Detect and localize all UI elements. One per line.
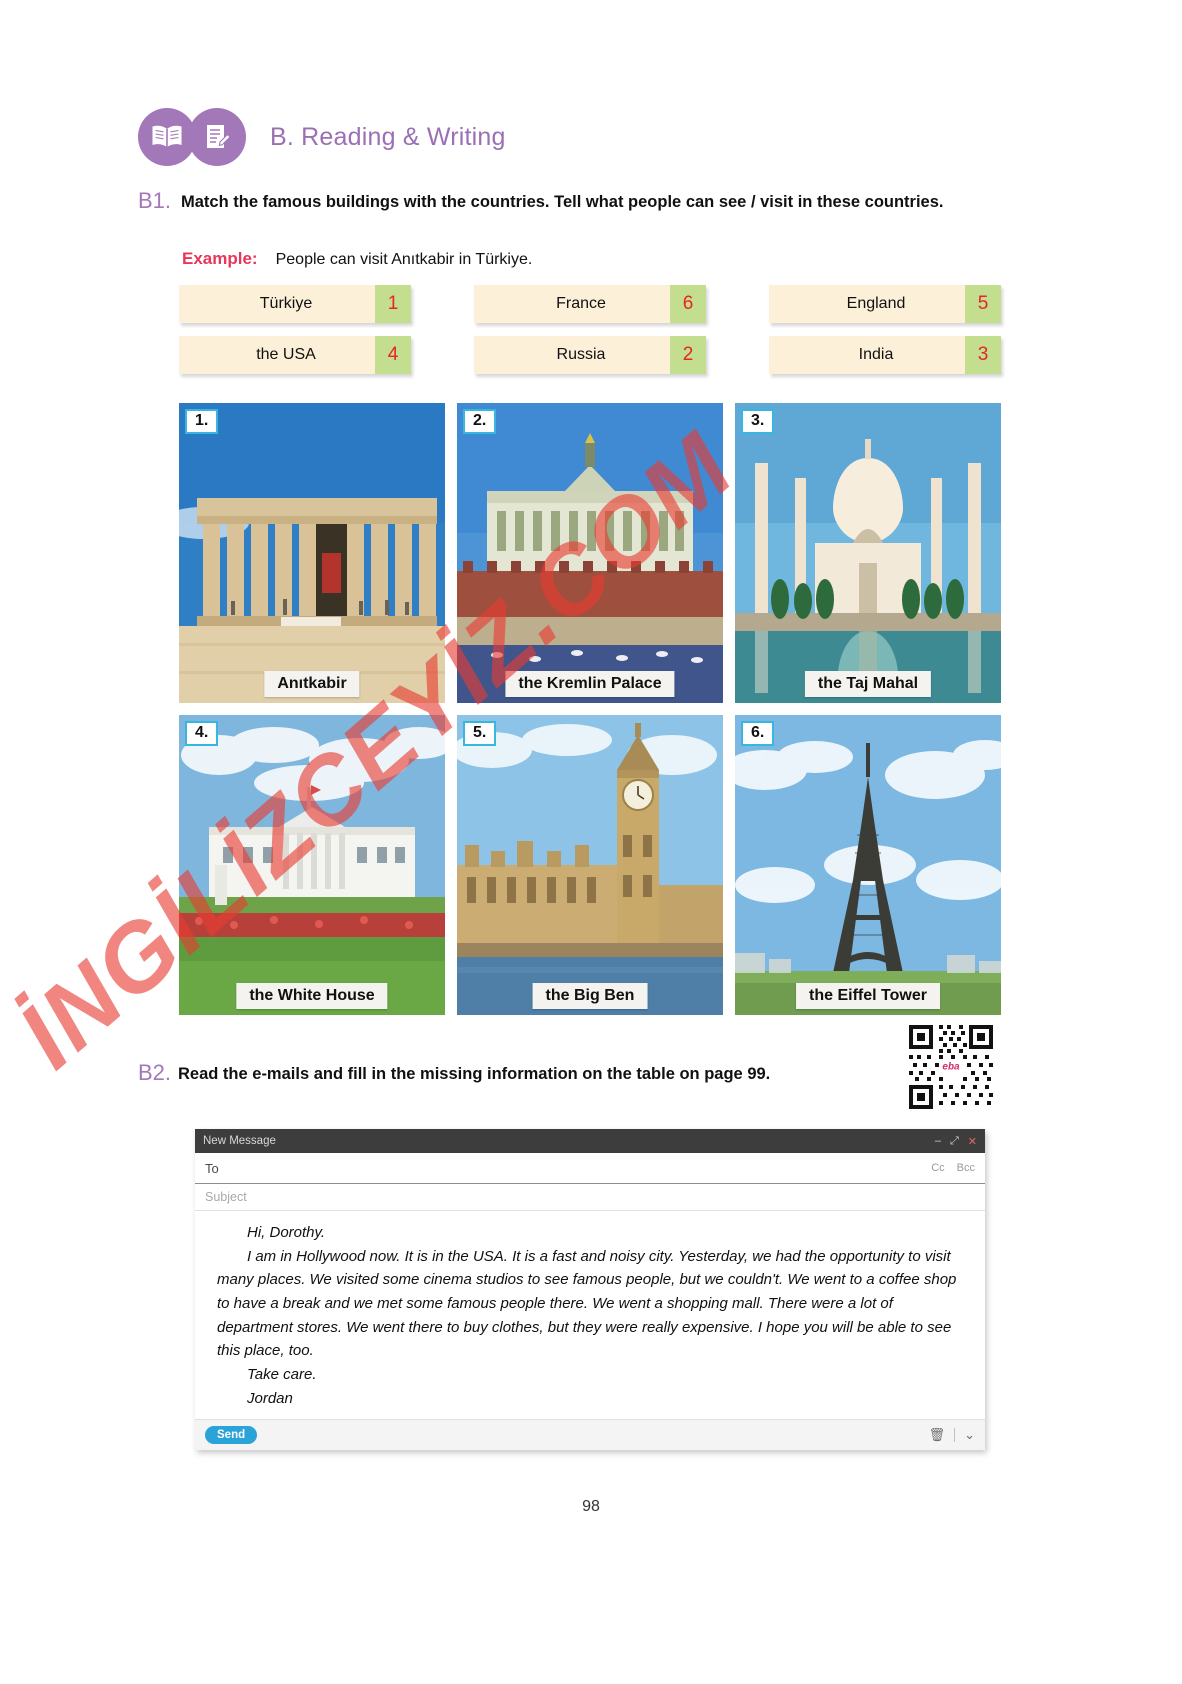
chevron-down-icon[interactable]: ⌄ xyxy=(964,1427,975,1443)
exercise-b1-instruction: Match the famous buildings with the coun… xyxy=(181,193,944,211)
country-box-russia[interactable]: Russia 2 xyxy=(474,336,706,374)
email-greeting: Hi, Dorothy. xyxy=(247,1224,326,1241)
example-row: Example: People can visit Anıtkabir in T… xyxy=(182,249,532,269)
example-sentence: People can visit Anıtkabir in Türkiye. xyxy=(275,251,533,268)
country-box-turkiye[interactable]: Türkiye 1 xyxy=(179,285,411,323)
country-box-france[interactable]: France 6 xyxy=(474,285,706,323)
email-to-field[interactable]: To Cc Bcc xyxy=(195,1153,985,1184)
photo-kremlin-palace[interactable]: 2. the Kremlin Palace xyxy=(457,403,723,703)
country-answer[interactable]: 3 xyxy=(965,336,1001,374)
photo-anitkabir[interactable]: 1. Anıtkabir xyxy=(179,403,445,703)
exercise-b1-number: B1. xyxy=(138,188,172,213)
section-header: B. Reading & Writing xyxy=(138,108,506,166)
country-box-england[interactable]: England 5 xyxy=(769,285,1001,323)
country-name: France xyxy=(556,295,606,312)
photo-big-ben[interactable]: 5. the Big Ben xyxy=(457,715,723,1015)
bcc-button[interactable]: Bcc xyxy=(957,1162,975,1174)
example-label: Example: xyxy=(182,249,258,268)
subject-placeholder: Subject xyxy=(205,1190,247,1204)
country-name: England xyxy=(846,295,906,312)
country-answer[interactable]: 4 xyxy=(375,336,411,374)
close-icon[interactable]: ✕ xyxy=(968,1135,977,1148)
country-answer[interactable]: 5 xyxy=(965,285,1001,323)
header-icon-group xyxy=(138,108,246,166)
building-photo-grid: 1. Anıtkabir 2. the Kremlin Palace 3. th… xyxy=(179,403,1001,1027)
photo-white-house[interactable]: 4. the White House xyxy=(179,715,445,1015)
photo-row-1: 1. Anıtkabir 2. the Kremlin Palace 3. th… xyxy=(179,403,1001,703)
exercise-b2-instruction: Read the e-mails and fill in the missing… xyxy=(178,1065,771,1083)
photo-badge: 3. xyxy=(741,409,775,434)
cc-button[interactable]: Cc xyxy=(931,1162,944,1174)
country-name: Russia xyxy=(556,346,606,363)
country-row-2: the USA 4 Russia 2 India 3 xyxy=(179,336,1001,374)
maximize-icon[interactable]: ⤢ xyxy=(950,1135,959,1148)
photo-eiffel-tower[interactable]: 6. the Eiffel Tower xyxy=(735,715,1001,1015)
email-titlebar: New Message – ⤢ ✕ xyxy=(195,1129,985,1153)
email-subject-field[interactable]: Subject xyxy=(195,1184,985,1211)
email-closing: Take care. xyxy=(247,1366,317,1384)
email-body[interactable]: Hi, Dorothy. I am in Hollywood now. It i… xyxy=(195,1211,985,1419)
country-answer[interactable]: 1 xyxy=(375,285,411,323)
country-name: Türkiye xyxy=(259,295,313,312)
email-signature: Jordan xyxy=(247,1389,293,1407)
email-toolbar: Send 🗑 ⌄ xyxy=(195,1418,985,1450)
email-compose-window: New Message – ⤢ ✕ To Cc Bcc Subject Hi, … xyxy=(195,1129,985,1450)
toolbar-divider xyxy=(954,1427,956,1442)
photo-badge: 6. xyxy=(741,721,775,746)
country-name: the USA xyxy=(256,346,316,363)
country-match-grid: Türkiye 1 France 6 England 5 the USA 4 R… xyxy=(179,285,1001,387)
photo-caption: the Big Ben xyxy=(532,983,648,1009)
country-answer[interactable]: 6 xyxy=(670,285,706,323)
exercise-b2-number: B2. xyxy=(138,1060,172,1085)
photo-badge: 1. xyxy=(185,409,219,434)
country-answer[interactable]: 2 xyxy=(670,336,706,374)
send-button[interactable]: Send xyxy=(205,1425,258,1444)
to-label: To xyxy=(205,1160,219,1176)
workbook-page: B. Reading & Writing B1. Match the famou… xyxy=(0,0,1182,1684)
email-window-title: New Message xyxy=(203,1135,276,1147)
photo-caption: the Eiffel Tower xyxy=(796,983,940,1009)
page-number: 98 xyxy=(582,1498,600,1515)
qr-code[interactable]: eba xyxy=(905,1021,997,1113)
photo-caption: the Taj Mahal xyxy=(804,671,932,697)
photo-badge: 4. xyxy=(185,721,219,746)
photo-caption: the Kremlin Palace xyxy=(505,671,675,697)
country-box-usa[interactable]: the USA 4 xyxy=(179,336,411,374)
photo-row-2: 4. the White House 5. the Big Ben 6. the… xyxy=(179,715,1001,1015)
email-paragraph: I am in Hollywood now. It is in the USA.… xyxy=(217,1247,957,1360)
photo-badge: 5. xyxy=(463,721,497,746)
country-row-1: Türkiye 1 France 6 England 5 xyxy=(179,285,1001,323)
photo-taj-mahal[interactable]: 3. the Taj Mahal xyxy=(735,403,1001,703)
country-box-india[interactable]: India 3 xyxy=(769,336,1001,374)
qr-label: eba xyxy=(939,1060,963,1074)
photo-badge: 2. xyxy=(463,409,497,434)
photo-caption: Anıtkabir xyxy=(264,671,360,697)
photo-caption: the White House xyxy=(236,983,388,1009)
trash-icon[interactable]: 🗑 xyxy=(929,1427,946,1443)
writing-pad-pencil-icon xyxy=(188,108,246,166)
country-name: India xyxy=(858,346,894,363)
minimize-icon[interactable]: – xyxy=(935,1135,941,1147)
page-title: B. Reading & Writing xyxy=(270,122,506,151)
